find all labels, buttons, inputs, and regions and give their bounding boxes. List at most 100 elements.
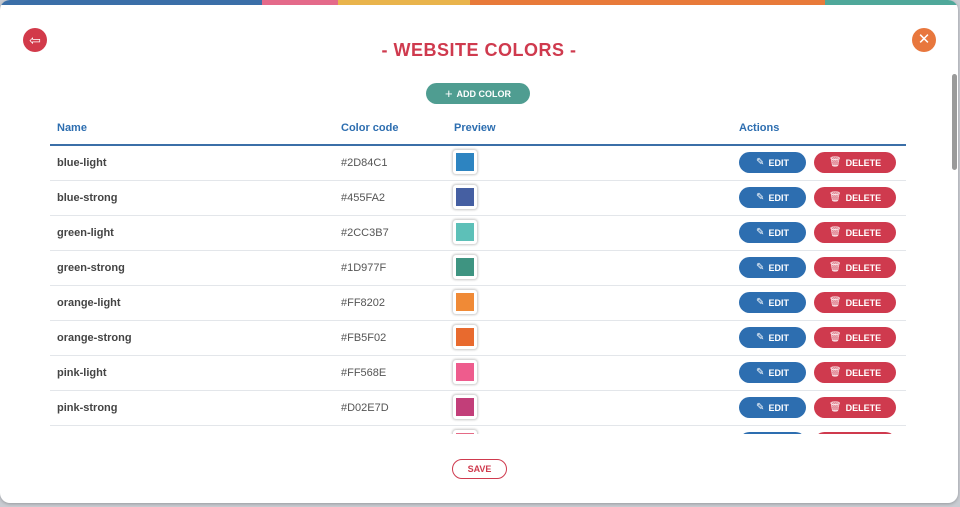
column-header-actions: Actions bbox=[739, 122, 780, 134]
top-color-bar-segment bbox=[338, 0, 470, 5]
edit-button[interactable]: ✎EDIT bbox=[739, 257, 806, 278]
delete-button[interactable]: 🗑DELETE bbox=[814, 222, 896, 243]
table-row: pink-light #FF568E ✎ EDIT 🗑 DELETE bbox=[50, 356, 906, 391]
delete-button[interactable]: 🗑DELETE bbox=[814, 152, 896, 173]
delete-button[interactable]: 🗑DELETE bbox=[814, 187, 896, 208]
page-scrollbar[interactable] bbox=[952, 74, 957, 170]
edit-label: EDIT bbox=[768, 332, 789, 343]
delete-label: DELETE bbox=[845, 332, 882, 343]
color-name: green-light bbox=[57, 227, 114, 239]
edit-button[interactable]: ✎EDIT bbox=[739, 362, 806, 383]
top-color-bar-segment bbox=[0, 0, 262, 5]
column-header-preview: Preview bbox=[454, 122, 496, 134]
color-preview bbox=[453, 185, 477, 209]
delete-label: DELETE bbox=[845, 402, 882, 413]
trash-icon: 🗑 bbox=[828, 367, 842, 378]
delete-button[interactable]: 🗑DELETE bbox=[814, 397, 896, 418]
edit-button[interactable]: ✎EDIT bbox=[739, 292, 806, 313]
color-code: #1D977F bbox=[341, 262, 387, 274]
color-preview bbox=[453, 290, 477, 314]
pencil-icon: ✎ bbox=[756, 332, 765, 343]
save-button[interactable]: SAVE bbox=[452, 459, 507, 479]
delete-label: DELETE bbox=[845, 157, 882, 168]
colors-table-body[interactable]: blue-light #2D84C1 ✎ EDIT 🗑 DELETE blue-strong… bbox=[50, 146, 906, 434]
edit-label: EDIT bbox=[768, 192, 789, 203]
trash-icon: 🗑 bbox=[828, 402, 842, 413]
table-header: Name Color code Preview Actions bbox=[50, 118, 906, 146]
column-header-color-code: Color code bbox=[341, 122, 399, 134]
pencil-icon: ✎ bbox=[756, 402, 765, 413]
edit-label: EDIT bbox=[768, 262, 789, 273]
pencil-icon: ✎ bbox=[756, 157, 765, 168]
page-title: - WEBSITE COLORS - bbox=[381, 40, 577, 60]
edit-button[interactable]: ✎EDIT bbox=[739, 432, 806, 434]
table-row: green-strong #1D977F ✎ EDIT 🗑 DELETE bbox=[50, 251, 906, 286]
edit-label: EDIT bbox=[768, 227, 789, 238]
delete-button[interactable]: 🗑DELETE bbox=[814, 327, 896, 348]
color-code: #D02E7D bbox=[341, 402, 389, 414]
trash-icon: 🗑 bbox=[828, 262, 842, 273]
color-swatch bbox=[456, 188, 474, 206]
pencil-icon: ✎ bbox=[756, 297, 765, 308]
table-row: blue-strong #455FA2 ✎ EDIT 🗑 DELETE bbox=[50, 181, 906, 216]
top-color-bar bbox=[0, 0, 958, 5]
color-preview bbox=[453, 325, 477, 349]
color-swatch bbox=[456, 258, 474, 276]
top-color-bar-segment bbox=[825, 0, 958, 5]
trash-icon: 🗑 bbox=[828, 192, 842, 203]
color-code: #2CC3B7 bbox=[341, 227, 389, 239]
pencil-icon: ✎ bbox=[756, 367, 765, 378]
edit-label: EDIT bbox=[768, 157, 789, 168]
trash-icon: 🗑 bbox=[828, 227, 842, 238]
color-name: pink-strong bbox=[57, 402, 118, 414]
color-swatch bbox=[456, 328, 474, 346]
color-code: #FB5F02 bbox=[341, 332, 387, 344]
delete-button[interactable]: 🗑DELETE bbox=[814, 362, 896, 383]
table-row: orange-strong #FB5F02 ✎ EDIT 🗑 DELETE bbox=[50, 321, 906, 356]
pencil-icon: ✎ bbox=[756, 227, 765, 238]
add-color-button[interactable]: + ADD COLOR bbox=[426, 83, 530, 104]
color-preview bbox=[453, 255, 477, 279]
color-name: orange-strong bbox=[57, 332, 132, 344]
color-swatch bbox=[456, 433, 474, 434]
color-swatch bbox=[456, 223, 474, 241]
table-row: green-light #2CC3B7 ✎ EDIT 🗑 DELETE bbox=[50, 216, 906, 251]
edit-button[interactable]: ✎EDIT bbox=[739, 397, 806, 418]
delete-button[interactable]: 🗑DELETE bbox=[814, 257, 896, 278]
table-row: orange-light #FF8202 ✎ EDIT 🗑 DELETE bbox=[50, 286, 906, 321]
color-code: #455FA2 bbox=[341, 192, 386, 204]
color-preview bbox=[453, 220, 477, 244]
color-code: #FF8202 bbox=[341, 297, 386, 309]
color-swatch bbox=[456, 293, 474, 311]
delete-button[interactable]: 🗑DELETE bbox=[814, 432, 896, 434]
pencil-icon: ✎ bbox=[756, 192, 765, 203]
edit-button[interactable]: ✎EDIT bbox=[739, 327, 806, 348]
color-name: orange-light bbox=[57, 297, 121, 309]
edit-label: EDIT bbox=[768, 297, 789, 308]
color-swatch bbox=[456, 398, 474, 416]
table-row: ✎EDIT 🗑DELETE bbox=[50, 426, 906, 434]
color-preview bbox=[453, 395, 477, 419]
trash-icon: 🗑 bbox=[828, 332, 842, 343]
color-preview bbox=[453, 150, 477, 174]
top-color-bar-segment bbox=[262, 0, 338, 5]
edit-button[interactable]: ✎EDIT bbox=[739, 222, 806, 243]
delete-label: DELETE bbox=[845, 297, 882, 308]
edit-button[interactable]: ✎EDIT bbox=[739, 187, 806, 208]
edit-label: EDIT bbox=[768, 402, 789, 413]
trash-icon: 🗑 bbox=[828, 297, 842, 308]
delete-label: DELETE bbox=[845, 367, 882, 378]
table-row: pink-strong #D02E7D ✎ EDIT 🗑 DELETE bbox=[50, 391, 906, 426]
website-colors-modal: ⇦ ✕ - WEBSITE COLORS - + ADD COLOR Name … bbox=[0, 0, 958, 503]
color-name: pink-light bbox=[57, 367, 107, 379]
color-preview bbox=[453, 430, 477, 434]
delete-button[interactable]: 🗑DELETE bbox=[814, 292, 896, 313]
color-name: green-strong bbox=[57, 262, 125, 274]
top-color-bar-segment bbox=[470, 0, 825, 5]
delete-label: DELETE bbox=[845, 192, 882, 203]
edit-label: EDIT bbox=[768, 367, 789, 378]
color-code: #FF568E bbox=[341, 367, 387, 379]
edit-button[interactable]: ✎EDIT bbox=[739, 152, 806, 173]
column-header-name: Name bbox=[57, 122, 87, 134]
color-name: blue-light bbox=[57, 157, 107, 169]
